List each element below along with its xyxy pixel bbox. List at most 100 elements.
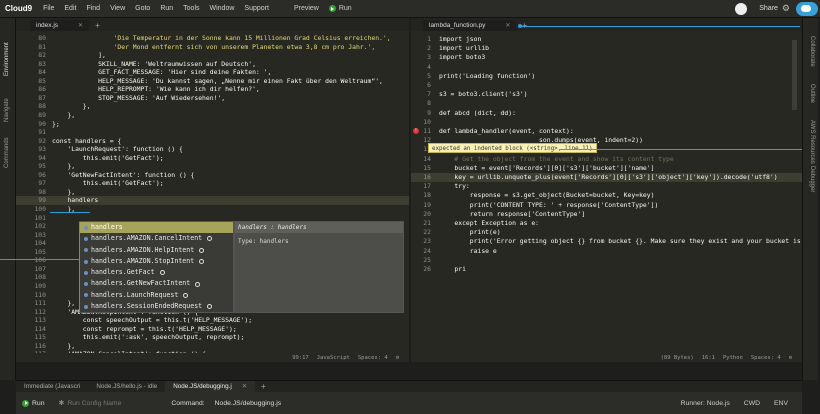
panel-tab-outline[interactable]: Outline bbox=[809, 84, 815, 103]
code-line: 6 bbox=[411, 81, 802, 90]
tab-lambda-function-py[interactable]: lambda_function.py ✕ bbox=[423, 20, 517, 31]
tab-label: Immediate (Javascri bbox=[24, 383, 81, 390]
autocomplete-item[interactable]: handlers.AMAZON.HelpIntent bbox=[80, 245, 233, 256]
property-icon bbox=[84, 225, 88, 230]
autocomplete-label: handlers.AMAZON.HelpIntent bbox=[91, 245, 195, 254]
menu-view[interactable]: View bbox=[105, 5, 130, 12]
menu-run[interactable]: Run bbox=[155, 5, 178, 12]
menu-edit[interactable]: Edit bbox=[59, 5, 81, 12]
right-code-editor[interactable]: 1 import json 2 import urllib 3 import boto3 4… bbox=[411, 31, 802, 362]
line-number: 2 bbox=[427, 44, 431, 53]
autocomplete-item[interactable]: handlers.LaunchRequest bbox=[80, 290, 233, 301]
menu-goto[interactable]: Goto bbox=[130, 5, 155, 12]
code-line: 2 import urllib bbox=[411, 44, 802, 53]
autocomplete-item[interactable]: handlers.SessionEndedRequest bbox=[80, 301, 233, 312]
code-line: 15 bucket = event['Records'][0]['s3']['b… bbox=[411, 164, 802, 173]
autocomplete-label: handlers.AMAZON.StopIntent bbox=[91, 256, 195, 265]
line-code: def abcd (dict, dd): bbox=[439, 108, 516, 117]
line-code: # Get the object from the event and show… bbox=[439, 154, 674, 163]
menu-tools[interactable]: Tools bbox=[178, 5, 204, 12]
file-size: (89 Bytes) bbox=[660, 354, 694, 361]
autocomplete-item[interactable]: handlers.GetFact bbox=[80, 267, 233, 278]
annotation-dot bbox=[518, 24, 522, 28]
close-icon[interactable]: ✕ bbox=[505, 22, 510, 29]
language-mode[interactable]: JavaScript bbox=[317, 355, 350, 361]
tab-debugging-js[interactable]: Node.JS/debugging.j ✕ bbox=[165, 381, 255, 392]
close-icon[interactable]: ✕ bbox=[242, 383, 247, 390]
cwd-button[interactable]: CWD bbox=[744, 400, 760, 407]
gear-icon[interactable]: ⚙ bbox=[782, 3, 790, 14]
code-line: 7 s3 = boto3.client('s3') bbox=[411, 90, 802, 99]
line-code: print('Loading function') bbox=[439, 71, 536, 80]
avatar[interactable] bbox=[735, 2, 748, 15]
property-icon bbox=[84, 236, 88, 241]
close-icon[interactable]: ✕ bbox=[78, 22, 83, 29]
panel-tab-aws-resources[interactable]: AWS Resources bbox=[809, 120, 815, 164]
property-icon bbox=[84, 259, 88, 264]
line-number: 15 bbox=[423, 163, 431, 172]
panel-tab-navigate[interactable]: Navigate bbox=[4, 98, 10, 122]
gear-icon[interactable]: ⚙ bbox=[396, 355, 399, 361]
panel-tab-collaborate[interactable]: Collaborate bbox=[809, 36, 815, 67]
command-label: Command: bbox=[171, 399, 205, 407]
run-button[interactable]: Run bbox=[328, 5, 352, 12]
command-input[interactable]: Node.JS/debugging.js bbox=[215, 400, 282, 407]
autocomplete-item[interactable]: handlers.AMAZON.StopIntent bbox=[80, 256, 233, 267]
gear-icon[interactable]: ⚙ bbox=[789, 355, 792, 361]
menu-window[interactable]: Window bbox=[205, 5, 240, 12]
property-icon bbox=[84, 270, 88, 275]
menu-file[interactable]: File bbox=[38, 5, 59, 12]
env-button[interactable]: ENV bbox=[774, 400, 788, 407]
code-line: 17 try: bbox=[411, 182, 802, 191]
autocomplete-label: handlers.AMAZON.CancelIntent bbox=[91, 234, 203, 243]
line-code: print('Error getting object {} from buck… bbox=[469, 237, 801, 246]
line-code: raise e bbox=[439, 246, 497, 255]
menu-find[interactable]: Find bbox=[81, 5, 105, 12]
tab-immediate[interactable]: Immediate (Javascri bbox=[16, 381, 88, 392]
line-code: print(e) bbox=[439, 228, 501, 237]
code-line: 18 response = s3.get_object(Bucket=bucke… bbox=[411, 191, 802, 200]
preview-button[interactable]: Preview bbox=[294, 5, 319, 12]
play-icon bbox=[328, 5, 336, 12]
editor-scrollbar[interactable] bbox=[792, 40, 797, 110]
panel-tab-commands[interactable]: Commands bbox=[4, 137, 10, 168]
indent-setting[interactable]: Spaces: 4 bbox=[751, 355, 781, 361]
line-code: print('CONTENT TYPE: ' + response['Conte… bbox=[439, 200, 659, 209]
line-code: import json bbox=[439, 35, 482, 43]
autocomplete-label: handlers.LaunchRequest bbox=[91, 290, 179, 299]
panel-tab-debugger[interactable]: Debugger bbox=[809, 166, 815, 192]
share-button[interactable]: Share bbox=[759, 5, 778, 12]
code-line: 24 raise e bbox=[411, 247, 802, 256]
cloud9-logo[interactable]: Cloud9 bbox=[0, 4, 38, 13]
error-tooltip: expected an indented block (<string>, li… bbox=[428, 143, 597, 153]
property-icon bbox=[84, 248, 88, 253]
cursor-position: 16:1 bbox=[701, 354, 715, 361]
autocomplete-item[interactable]: handlers.AMAZON.CancelIntent bbox=[80, 233, 233, 244]
function-icon bbox=[207, 236, 213, 242]
tab-index-js[interactable]: index.js ✕ bbox=[30, 20, 90, 31]
indent-setting[interactable]: Spaces: 4 bbox=[358, 355, 388, 361]
bug-icon[interactable]: ✱ bbox=[58, 399, 64, 407]
line-number: 8 bbox=[427, 99, 431, 108]
line-number: 21 bbox=[423, 219, 431, 227]
function-icon bbox=[195, 281, 201, 287]
new-terminal-plus-icon[interactable]: + bbox=[261, 381, 266, 392]
new-tab-plus-icon[interactable]: + bbox=[95, 20, 100, 31]
aws-cloud-icon[interactable] bbox=[796, 1, 818, 16]
terminal-tab-bar: Immediate (Javascri Node.JS/hello.js - i… bbox=[16, 380, 802, 392]
terminal-run-button[interactable]: Run bbox=[22, 399, 45, 407]
runner-selector[interactable]: Runner: Node.js bbox=[681, 400, 730, 407]
menu-support[interactable]: Support bbox=[239, 5, 274, 12]
tab-hello-js[interactable]: Node.JS/hello.js - idle bbox=[88, 381, 165, 392]
language-mode[interactable]: Python bbox=[723, 355, 743, 361]
run-config-name-input[interactable]: ✱ Run Config Name bbox=[58, 399, 121, 408]
autocomplete-item[interactable]: handlers.GetNewFactIntent bbox=[80, 278, 233, 289]
panel-tab-environment[interactable]: Environment bbox=[4, 42, 10, 76]
tab-label: Node.JS/hello.js - idle bbox=[96, 383, 158, 390]
error-marker-icon[interactable]: ! bbox=[413, 128, 419, 134]
code-line: 16 key = urllib.unquote_plus(event['Reco… bbox=[411, 173, 802, 182]
autocomplete-item[interactable]: handlers bbox=[80, 222, 233, 234]
line-code: response = s3.get_object(Bucket=bucket, … bbox=[439, 191, 655, 200]
run-label: Run bbox=[32, 399, 45, 407]
code-line: 26 pri bbox=[411, 265, 802, 274]
